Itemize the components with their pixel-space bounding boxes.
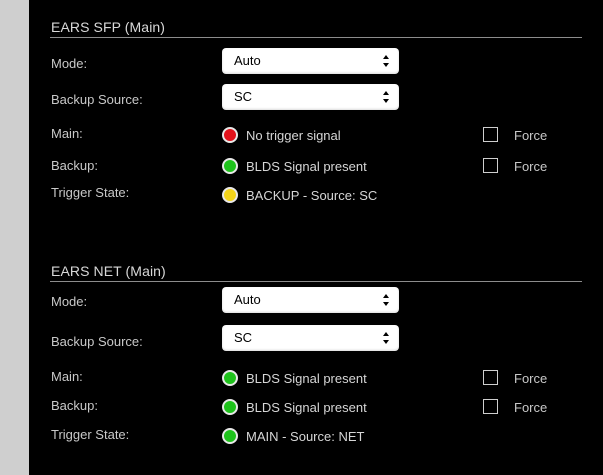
backup-source-select[interactable]: SC xyxy=(222,84,399,110)
main-status-text: BLDS Signal present xyxy=(246,371,367,386)
backup-status-text: BLDS Signal present xyxy=(246,400,367,415)
ears-panel: EARS SFP (Main) Mode: Auto Backup Source… xyxy=(29,0,603,475)
section-divider xyxy=(50,37,582,38)
status-led-red-icon xyxy=(222,127,238,143)
backup-label: Backup: xyxy=(51,398,98,413)
mode-label: Mode: xyxy=(51,56,88,71)
select-updown-icon xyxy=(383,91,389,103)
trigger-state-text: BACKUP - Source: SC xyxy=(246,188,378,203)
backup-source-select-value: SC xyxy=(234,89,253,104)
trigger-state-label: Trigger State: xyxy=(51,185,130,200)
backup-source-select-value: SC xyxy=(234,330,253,345)
section-divider xyxy=(50,281,582,282)
select-updown-icon xyxy=(383,294,389,306)
mode-select[interactable]: Auto xyxy=(222,287,399,313)
mode-label: Mode: xyxy=(51,294,88,309)
section-title: EARS NET (Main) xyxy=(51,263,166,279)
main-force-label: Force xyxy=(514,128,548,143)
main-label: Main: xyxy=(51,369,83,384)
status-led-green-icon xyxy=(222,158,238,174)
backup-force-checkbox[interactable] xyxy=(483,158,498,173)
trigger-state-label: Trigger State: xyxy=(51,427,130,442)
main-force-label: Force xyxy=(514,371,548,386)
mode-select[interactable]: Auto xyxy=(222,48,399,74)
status-led-yellow-icon xyxy=(222,187,238,203)
backup-status-text: BLDS Signal present xyxy=(246,159,367,174)
status-led-green-icon xyxy=(222,428,238,444)
main-status-text: No trigger signal xyxy=(246,128,341,143)
main-force-checkbox[interactable] xyxy=(483,127,498,142)
backup-source-label: Backup Source: xyxy=(51,92,143,107)
select-updown-icon xyxy=(383,332,389,344)
trigger-state-text: MAIN - Source: NET xyxy=(246,429,365,444)
backup-source-label: Backup Source: xyxy=(51,334,143,349)
mode-select-value: Auto xyxy=(234,292,261,307)
status-led-green-icon xyxy=(222,370,238,386)
backup-source-select[interactable]: SC xyxy=(222,325,399,351)
main-force-checkbox[interactable] xyxy=(483,370,498,385)
main-label: Main: xyxy=(51,126,83,141)
mode-select-value: Auto xyxy=(234,53,261,68)
section-title: EARS SFP (Main) xyxy=(51,19,166,35)
status-led-green-icon xyxy=(222,399,238,415)
backup-force-label: Force xyxy=(514,159,548,174)
select-updown-icon xyxy=(383,55,389,67)
backup-force-checkbox[interactable] xyxy=(483,399,498,414)
backup-label: Backup: xyxy=(51,158,98,173)
backup-force-label: Force xyxy=(514,400,548,415)
